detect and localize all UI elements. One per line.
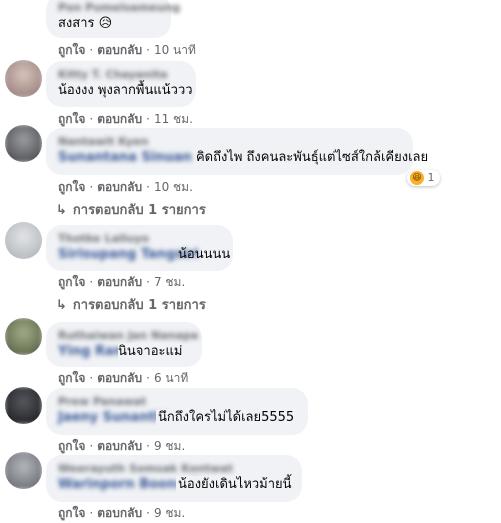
avatar[interactable] bbox=[5, 318, 42, 355]
comment-text: นินจาอะแม่ bbox=[118, 343, 183, 361]
comment-actions: ถูกใจ · ตอบกลับ · 9 ชม. bbox=[58, 439, 186, 453]
reaction-count: 1 bbox=[427, 171, 435, 184]
like-link[interactable]: ถูกใจ bbox=[58, 112, 85, 126]
avatar[interactable] bbox=[5, 125, 42, 162]
reply-link[interactable]: ตอบกลับ bbox=[97, 180, 142, 194]
like-link[interactable]: ถูกใจ bbox=[58, 275, 85, 289]
comment-time[interactable]: 9 ชม. bbox=[154, 439, 185, 453]
comment-actions: ถูกใจ · ตอบกลับ · 6 นาที bbox=[58, 371, 189, 385]
comment-bubble: Nantawit Kyen Sunantana Sinuan คิดถึงไพ … bbox=[46, 128, 428, 175]
commenter-name[interactable]: Prew Panawat bbox=[58, 394, 296, 409]
avatar[interactable] bbox=[5, 222, 42, 259]
view-replies-link[interactable]: ↳ การตอบกลับ 1 รายการ bbox=[56, 199, 206, 220]
comment-text: น้องงง พุงลากพื้นแน้ววว bbox=[58, 83, 193, 98]
commenter-name[interactable]: Pon Pumelsameung bbox=[58, 0, 180, 15]
like-link[interactable]: ถูกใจ bbox=[58, 43, 85, 57]
like-link[interactable]: ถูกใจ bbox=[58, 439, 85, 453]
comment-time[interactable]: 11 ชม. bbox=[154, 112, 193, 126]
comment-text: สงสาร bbox=[58, 16, 95, 31]
comment-text: คิดถึงไพ ถึงคนละพันธุ์แต่ไซส์ใกล้เคียงเล… bbox=[195, 150, 429, 165]
comment-time[interactable]: 9 ชม. bbox=[154, 506, 185, 520]
view-replies-link[interactable]: ↳ การตอบกลับ 1 รายการ bbox=[56, 294, 206, 315]
reply-arrow-icon: ↳ bbox=[56, 203, 67, 218]
reply-link[interactable]: ตอบกลับ bbox=[97, 506, 142, 520]
commenter-name[interactable]: Weerayuth Somsak Kontwat bbox=[58, 461, 290, 476]
comment-bubble: Thotke Lalluyo Sirisupang Tangsiri น้อนนน… bbox=[46, 225, 233, 271]
comment-time[interactable]: 6 นาที bbox=[154, 371, 188, 385]
comment-actions: ถูกใจ · ตอบกลับ · 7 ชม. bbox=[58, 275, 186, 289]
commenter-name[interactable]: Thotke Lalluyo bbox=[58, 231, 221, 246]
replies-label: การตอบกลับ 1 รายการ bbox=[72, 203, 206, 218]
like-link[interactable]: ถูกใจ bbox=[58, 180, 85, 194]
commenter-name[interactable]: Ruthaiwan Jan Nanapa bbox=[58, 328, 198, 343]
replies-label: การตอบกลับ 1 รายการ bbox=[72, 298, 206, 313]
comment-time[interactable]: 7 ชม. bbox=[154, 275, 185, 289]
comment-text: นึกถึงใครไม่ได้เลย5555 bbox=[156, 409, 295, 427]
reply-link[interactable]: ตอบกลับ bbox=[97, 112, 142, 126]
avatar[interactable] bbox=[5, 387, 42, 424]
comment-actions: ถูกใจ · ตอบกลับ · 10 นาที bbox=[58, 43, 196, 57]
comment-text: น้องยังเดินไหวม้ายนี้ bbox=[176, 476, 292, 494]
commenter-name[interactable]: Nantawit Kyen bbox=[58, 134, 401, 149]
like-link[interactable]: ถูกใจ bbox=[58, 371, 85, 385]
reply-arrow-icon: ↳ bbox=[56, 298, 67, 313]
comment-actions: ถูกใจ · ตอบกลับ · 10 ชม. bbox=[58, 180, 193, 194]
sad-emoji-icon: 😥 bbox=[98, 16, 113, 31]
reaction-badge[interactable]: 😆 1 bbox=[407, 170, 440, 186]
comment-time[interactable]: 10 นาที bbox=[154, 43, 196, 57]
comment-actions: ถูกใจ · ตอบกลับ · 9 ชม. bbox=[58, 506, 186, 520]
reply-link[interactable]: ตอบกลับ bbox=[97, 43, 142, 57]
avatar[interactable] bbox=[5, 60, 42, 97]
comment-bubble: Pon Pumelsameung สงสาร 😥 bbox=[46, 0, 180, 38]
mention-tag[interactable]: Sunantana Sinuan bbox=[58, 150, 192, 165]
comment-text: น้อนนนน bbox=[178, 247, 231, 262]
comment-bubble: Weerayuth Somsak Kontwat Warinporn Boons… bbox=[46, 455, 302, 502]
comment-time[interactable]: 10 ชม. bbox=[154, 180, 193, 194]
like-link[interactable]: ถูกใจ bbox=[58, 506, 85, 520]
commenter-name[interactable]: Kitty T. Chayanita bbox=[58, 67, 184, 82]
haha-reaction-icon: 😆 bbox=[410, 171, 424, 185]
comment-bubble: Kitty T. Chayanita น้องงง พุงลากพื้นแน้ว… bbox=[46, 61, 196, 107]
reply-link[interactable]: ตอบกลับ bbox=[97, 371, 142, 385]
avatar[interactable] bbox=[5, 452, 42, 489]
comment-bubble: Prew Panawat Jaeny Sunanthia นึกถึงใครไม่… bbox=[46, 388, 308, 435]
comment-actions: ถูกใจ · ตอบกลับ · 11 ชม. bbox=[58, 112, 193, 126]
comment-bubble: Ruthaiwan Jan Nanapa Ying Rana นินจาอะแม่ bbox=[46, 322, 202, 367]
reply-link[interactable]: ตอบกลับ bbox=[97, 275, 142, 289]
reply-link[interactable]: ตอบกลับ bbox=[97, 439, 142, 453]
